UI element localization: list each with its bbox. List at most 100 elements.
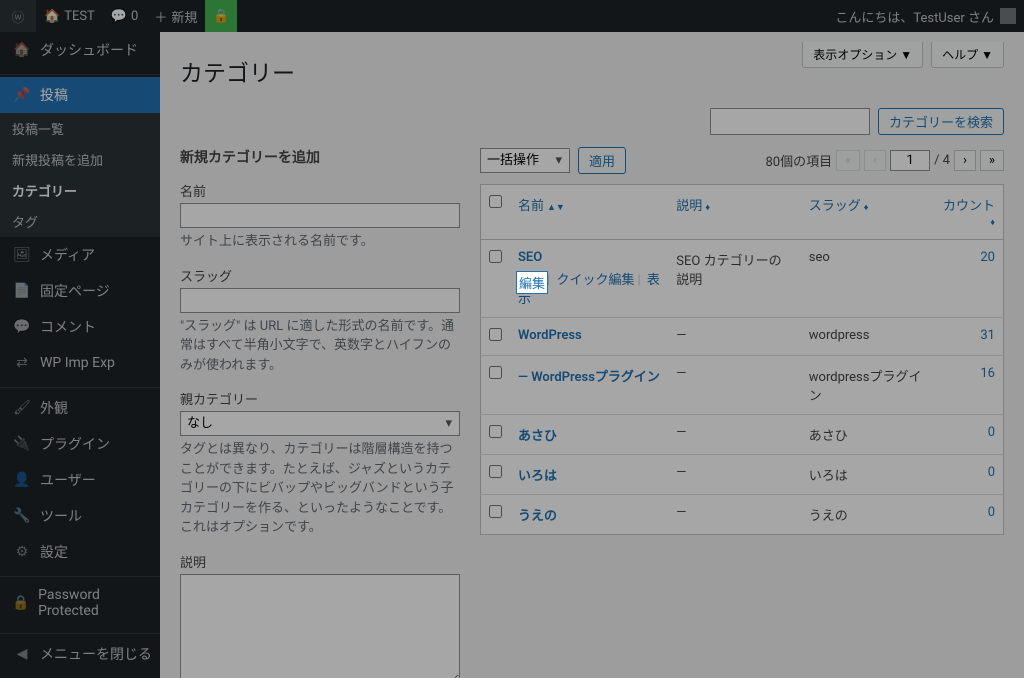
category-name-link[interactable]: うえの xyxy=(518,509,557,524)
name-label: 名前 xyxy=(180,181,460,200)
categories-table: 名前▲▼ 説明♦ スラッグ♦ カウント♦ SEO 編集| クイック編集| 表示 … xyxy=(480,184,1004,535)
sidebar-item-appearance[interactable]: 🖌外観 xyxy=(0,390,160,426)
parent-select[interactable]: なし xyxy=(180,411,460,436)
sort-icon: ♦ xyxy=(705,203,710,213)
category-slug: いろは xyxy=(801,455,934,495)
sidebar-sub-new-post[interactable]: 新規投稿を追加 xyxy=(0,144,160,175)
row-checkbox[interactable] xyxy=(489,366,502,379)
category-name-link[interactable]: SEO xyxy=(518,250,542,265)
current-page-input[interactable] xyxy=(890,150,930,171)
form-heading: 新規カテゴリーを追加 xyxy=(180,147,460,167)
row-checkbox[interactable] xyxy=(489,465,502,478)
col-name[interactable]: 名前▲▼ xyxy=(518,199,565,214)
total-pages: / 4 xyxy=(934,153,950,168)
lock-icon: 🔒 xyxy=(12,593,30,613)
comment-icon: 💬 xyxy=(12,317,32,337)
name-input[interactable] xyxy=(180,203,460,228)
sidebar-item-pages[interactable]: 📄固定ページ xyxy=(0,273,160,309)
admin-bar-left: ⓦ 🏠TEST 💬0 ＋新規 🔒 xyxy=(0,0,237,32)
sidebar-item-plugins[interactable]: 🔌プラグイン xyxy=(0,426,160,462)
select-all-checkbox[interactable] xyxy=(489,195,502,208)
category-count-link[interactable]: 16 xyxy=(980,366,995,381)
apply-button[interactable]: 適用 xyxy=(578,147,626,174)
category-name-link[interactable]: いろは xyxy=(518,469,557,484)
sidebar-separator xyxy=(0,572,160,577)
admin-sidebar: 🏠ダッシュボード 📌投稿 投稿一覧 新規投稿を追加 カテゴリー タグ 🖼 メディア… xyxy=(0,32,160,678)
field-parent: 親カテゴリー なし タグとは異なり、カテゴリーは階層構造を持つことができます。た… xyxy=(180,389,460,538)
sidebar-item-comments[interactable]: 💬コメント xyxy=(0,309,160,345)
settings-icon: ⚙ xyxy=(12,542,32,562)
sidebar-separator xyxy=(0,629,160,634)
dashboard-icon: 🏠 xyxy=(12,40,32,60)
sidebar-item-wpimpexp[interactable]: ⇄WP Imp Exp xyxy=(0,345,160,381)
table-row: SEO 編集| クイック編集| 表示 SEO カテゴリーの説明 seo 20 xyxy=(481,240,1004,318)
help-button[interactable]: ヘルプ ▼ xyxy=(931,42,1004,68)
col-slug[interactable]: スラッグ♦ xyxy=(809,199,869,214)
prev-page-button[interactable]: ‹ xyxy=(864,150,886,171)
bulk-action-select[interactable]: 一括操作 xyxy=(480,148,570,173)
name-desc: サイト上に表示される名前です。 xyxy=(180,232,460,252)
category-count-link[interactable]: 20 xyxy=(980,250,995,265)
sidebar-item-password-protected[interactable]: 🔒 Password Protected xyxy=(0,579,160,627)
sidebar-item-label: 外観 xyxy=(40,398,68,418)
sidebar-item-label: Password Protected xyxy=(38,587,152,619)
sidebar-item-users[interactable]: 👤ユーザー xyxy=(0,462,160,498)
col-desc[interactable]: 説明♦ xyxy=(676,199,710,214)
category-desc: — xyxy=(668,455,800,495)
comments-link[interactable]: 💬0 xyxy=(103,0,147,32)
sort-icon: ♦ xyxy=(864,203,869,213)
sidebar-item-tools[interactable]: 🔧ツール xyxy=(0,498,160,534)
sort-icon: ▲▼ xyxy=(547,203,565,213)
quick-edit-action[interactable]: クイック編集 xyxy=(556,273,634,288)
sidebar-sub-categories[interactable]: カテゴリー xyxy=(0,175,160,206)
table-row: WordPress — wordpress 31 xyxy=(481,318,1004,356)
next-page-button[interactable]: › xyxy=(954,150,976,171)
category-count-link[interactable]: 0 xyxy=(988,425,995,440)
first-page-button[interactable]: « xyxy=(836,150,860,171)
search-row: カテゴリーを検索 xyxy=(180,108,1004,135)
sidebar-sub-tags[interactable]: タグ xyxy=(0,206,160,237)
screen-options-button[interactable]: 表示オプション ▼ xyxy=(802,42,923,68)
sidebar-sub-all-posts[interactable]: 投稿一覧 xyxy=(0,113,160,144)
sidebar-item-media[interactable]: 🖼 メディア xyxy=(0,237,160,273)
search-input[interactable] xyxy=(710,108,870,135)
category-desc: — xyxy=(668,356,800,415)
admin-bar-right[interactable]: こんにちは、TestUser さん xyxy=(835,7,1024,26)
category-name-link[interactable]: あさひ xyxy=(518,429,557,444)
collapse-icon: ◀ xyxy=(12,644,32,664)
row-checkbox[interactable] xyxy=(489,250,502,263)
wordpress-logo[interactable]: ⓦ xyxy=(0,0,36,32)
user-icon: 👤 xyxy=(12,470,32,490)
category-count-link[interactable]: 31 xyxy=(980,328,995,343)
screen-meta-links: 表示オプション ▼ ヘルプ ▼ xyxy=(802,42,1004,68)
last-page-button[interactable]: » xyxy=(980,150,1004,171)
site-name-link[interactable]: 🏠TEST xyxy=(36,0,103,32)
search-button[interactable]: カテゴリーを検索 xyxy=(878,108,1004,135)
pagination: 80個の項目 « ‹ / 4 › » xyxy=(765,150,1004,171)
impexp-icon: ⇄ xyxy=(12,353,32,373)
row-checkbox[interactable] xyxy=(489,328,502,341)
category-count-link[interactable]: 0 xyxy=(988,505,995,520)
category-name-link[interactable]: WordPress xyxy=(518,328,582,343)
category-count-link[interactable]: 0 xyxy=(988,465,995,480)
desc-textarea[interactable] xyxy=(180,574,460,678)
category-name-link[interactable]: — WordPressプラグイン xyxy=(518,370,660,385)
row-checkbox[interactable] xyxy=(489,505,502,518)
slug-input[interactable] xyxy=(180,288,460,313)
sidebar-item-settings[interactable]: ⚙設定 xyxy=(0,534,160,570)
sidebar-item-posts[interactable]: 📌投稿 xyxy=(0,77,160,113)
pin-icon: 📌 xyxy=(12,85,32,105)
media-icon: 🖼 xyxy=(12,245,32,265)
edit-action-highlight[interactable]: 編集 xyxy=(516,271,548,294)
col-count[interactable]: カウント♦ xyxy=(943,199,995,229)
site-name-label: TEST xyxy=(64,9,95,24)
password-protected-indicator[interactable]: 🔒 xyxy=(205,0,237,32)
sidebar-collapse[interactable]: ◀メニューを閉じる xyxy=(0,636,160,672)
sidebar-separator xyxy=(0,383,160,388)
sidebar-item-label: メディア xyxy=(40,245,95,265)
tablenav-top: 一括操作 適用 80個の項目 « ‹ / 4 › » xyxy=(480,147,1004,174)
wordpress-icon: ⓦ xyxy=(8,6,28,26)
sidebar-item-dashboard[interactable]: 🏠ダッシュボード xyxy=(0,32,160,68)
row-checkbox[interactable] xyxy=(489,425,502,438)
new-content-link[interactable]: ＋新規 xyxy=(146,0,205,32)
